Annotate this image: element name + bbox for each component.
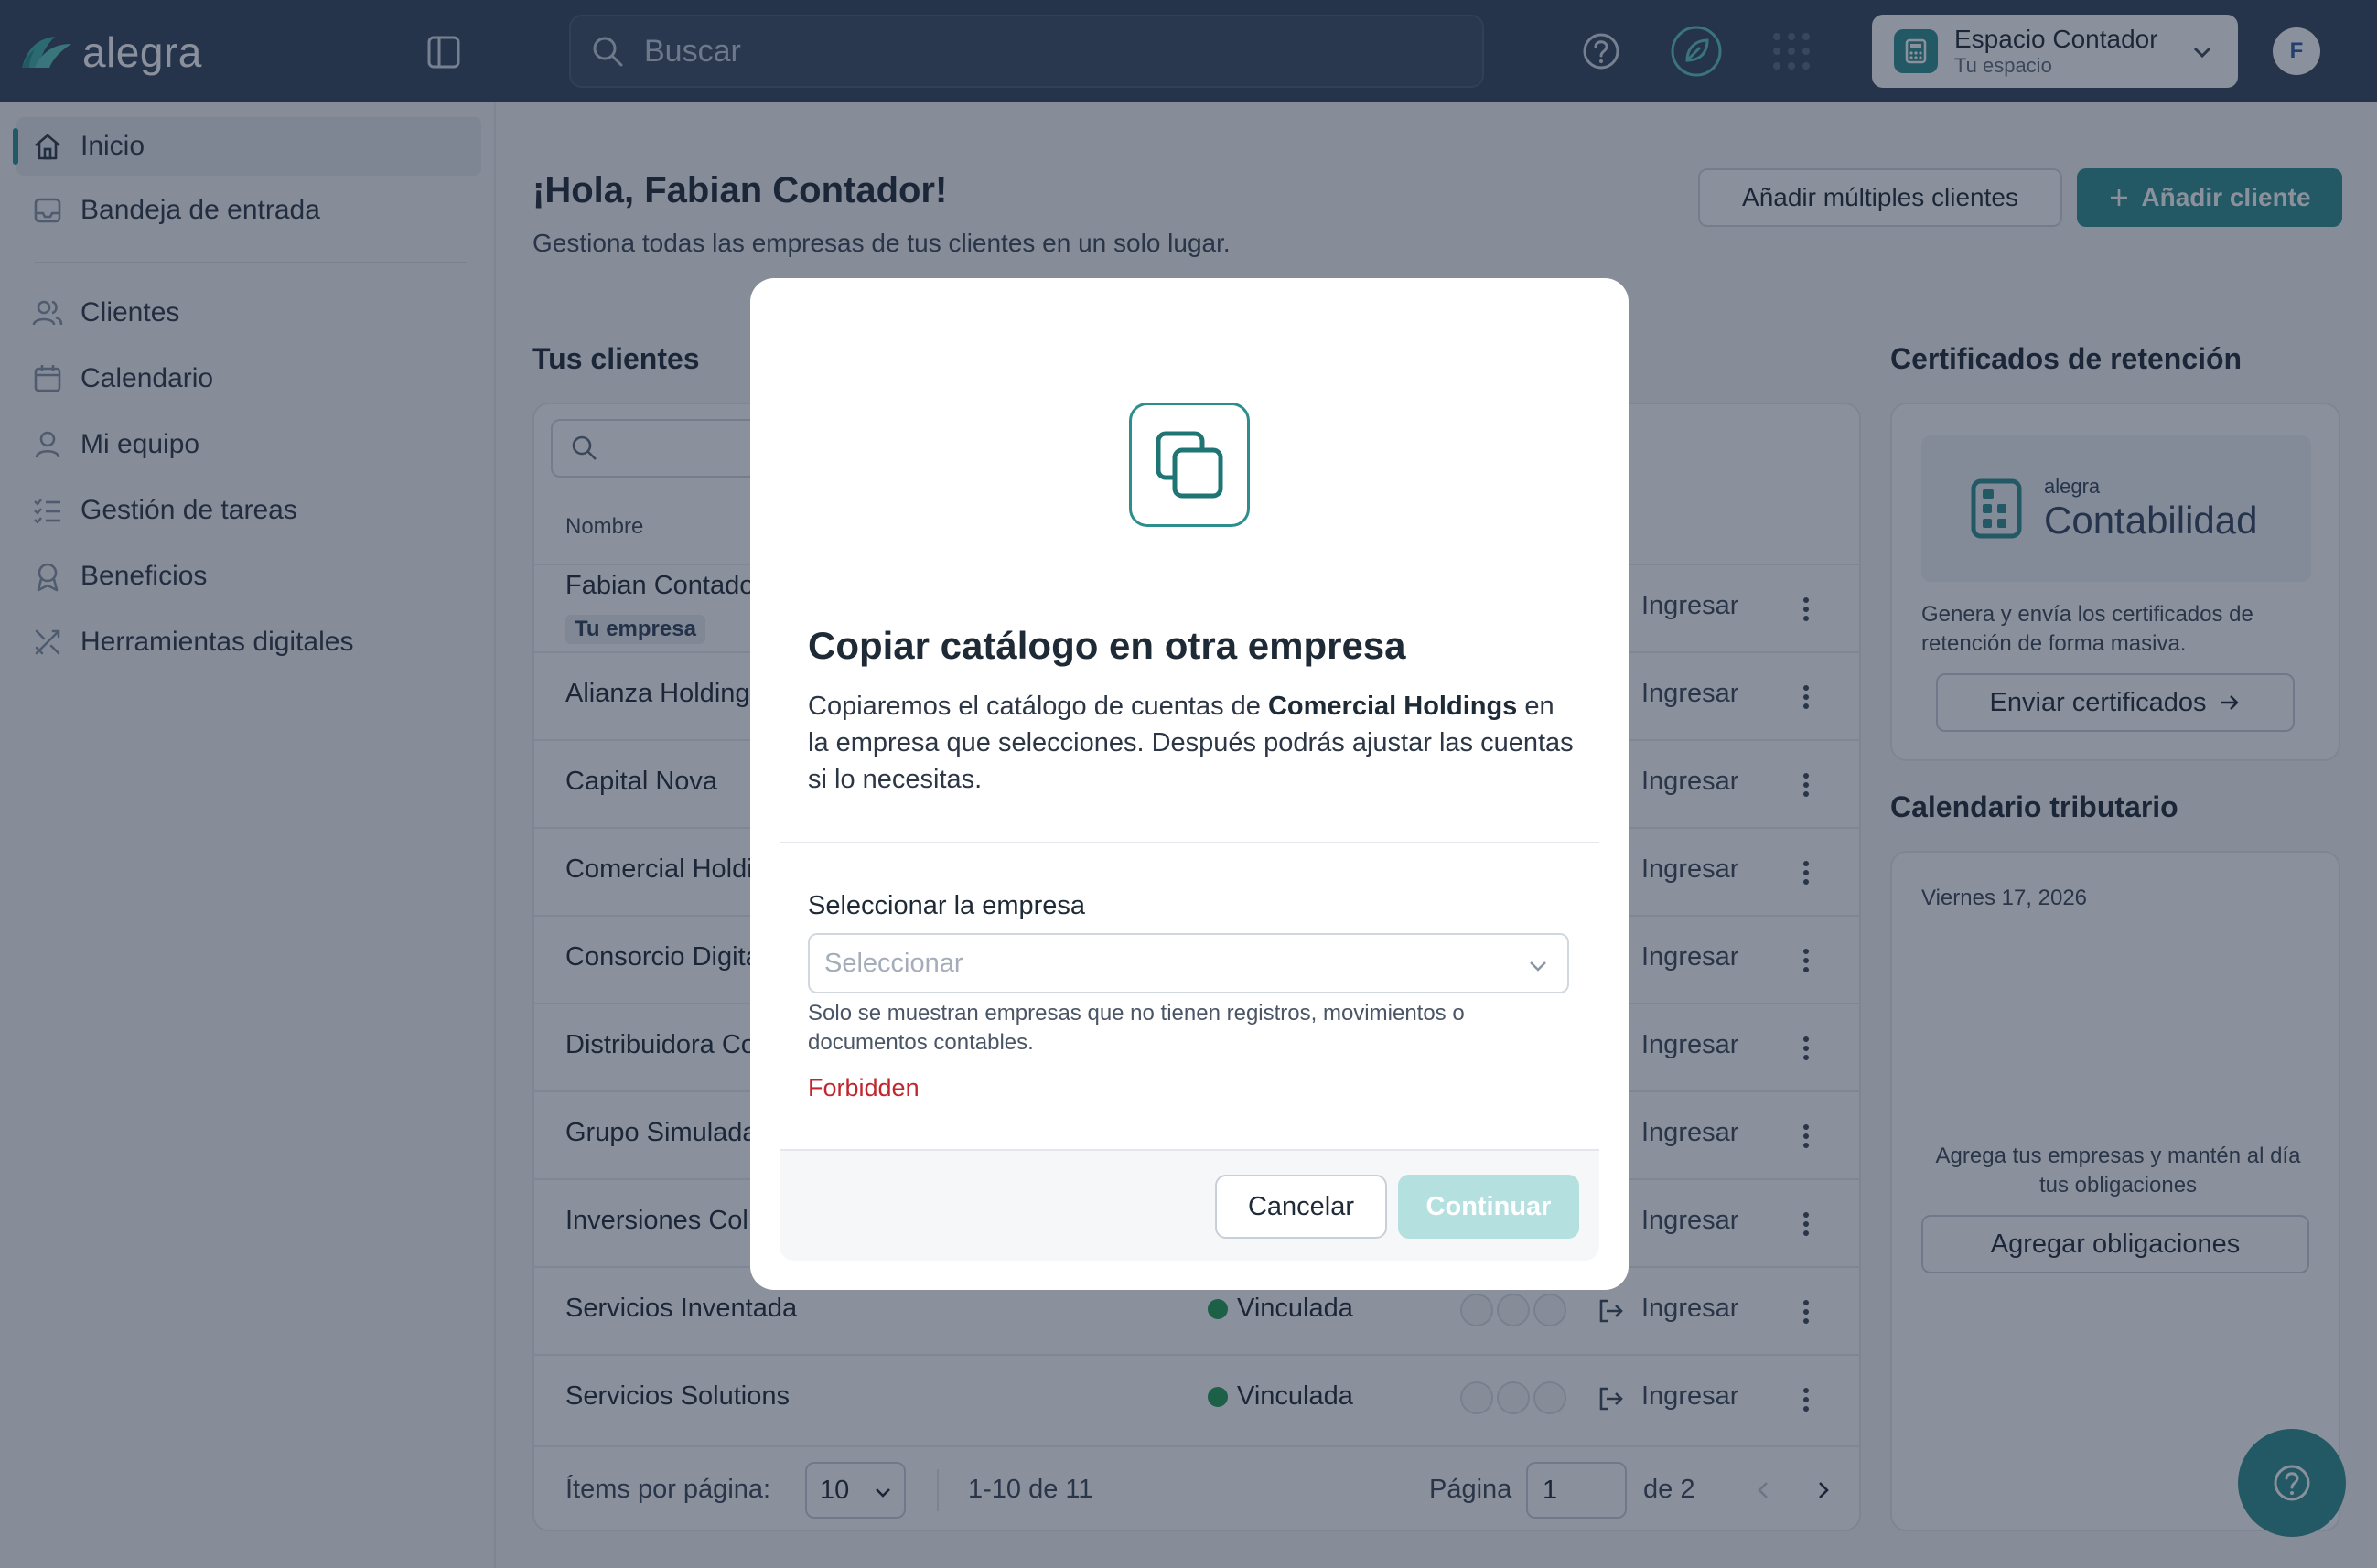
company-select-label: Seleccionar la empresa [808, 891, 1086, 920]
cancel-button[interactable]: Cancelar [1215, 1175, 1387, 1239]
chevron-down-icon [1530, 961, 1546, 972]
dialog-title: Copiar catálogo en otra empresa [808, 624, 1406, 667]
dialog-description-company: Comercial Holdings [1267, 692, 1518, 721]
company-select-placeholder: Seleccionar [824, 948, 963, 978]
copy-icon [1129, 403, 1250, 527]
company-select-help: Solo se muestran empresas que no tienen … [808, 1001, 1465, 1055]
dialog-description: Copiaremos el catálogo de cuentas de Com… [808, 688, 1576, 798]
copy-catalog-dialog: Copiar catálogo en otra empresa Copiarem… [750, 278, 1629, 1290]
dialog-divider [780, 842, 1599, 843]
continue-button[interactable]: Continuar [1398, 1175, 1579, 1239]
dialog-description-start: Copiaremos el catálogo de cuentas de [808, 692, 1268, 721]
error-message: Forbidden [808, 1074, 920, 1101]
company-select[interactable]: Seleccionar [808, 933, 1569, 993]
dialog-footer: Cancelar Continuar [780, 1149, 1599, 1261]
